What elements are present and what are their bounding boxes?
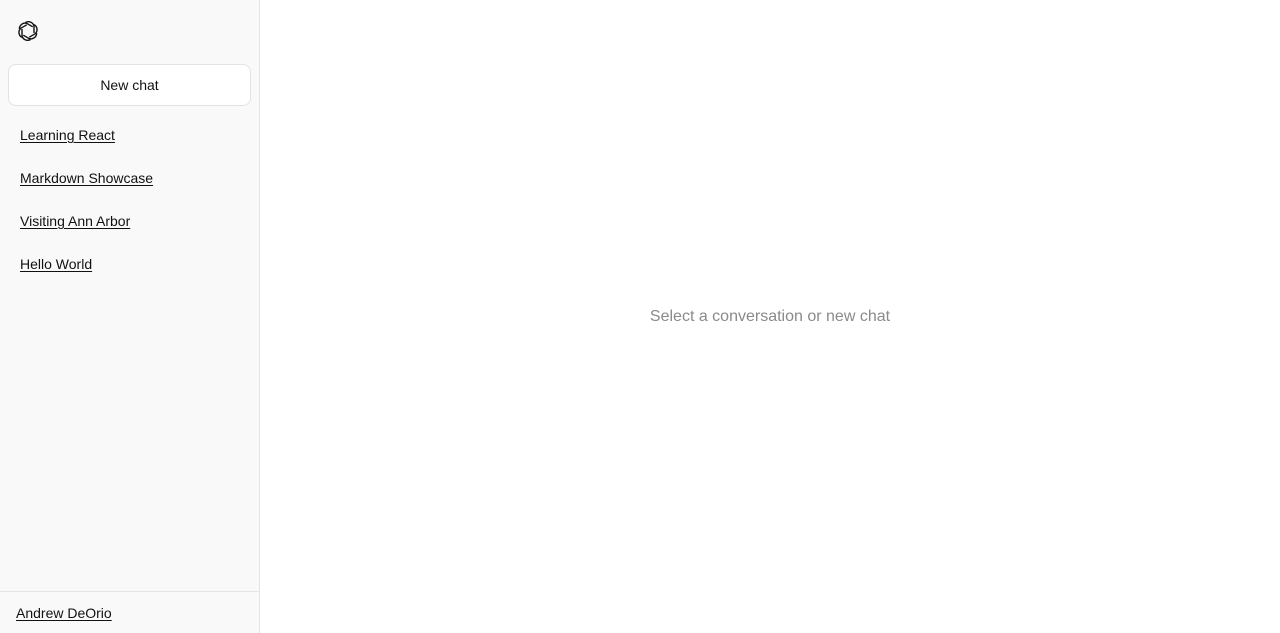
list-item: Visiting Ann Arbor	[20, 212, 153, 255]
app-root: New chat Learning React Markdown Showcas…	[0, 0, 1280, 633]
main-panel: Select a conversation or new chat	[260, 0, 1280, 633]
user-profile-link[interactable]: Andrew DeOrio	[16, 605, 112, 621]
conversation-link-hello-world[interactable]: Hello World	[20, 256, 92, 272]
list-item: Hello World	[20, 255, 153, 298]
list-item: Learning React	[20, 126, 153, 169]
conversation-link-learning-react[interactable]: Learning React	[20, 127, 115, 143]
sidebar: New chat Learning React Markdown Showcas…	[0, 0, 260, 633]
conversation-link-visiting-ann-arbor[interactable]: Visiting Ann Arbor	[20, 213, 130, 229]
list-item: Markdown Showcase	[20, 169, 153, 212]
new-chat-button[interactable]: New chat	[8, 64, 251, 106]
sidebar-footer: Andrew DeOrio	[0, 591, 259, 633]
openai-logo-icon[interactable]	[16, 19, 40, 43]
conversation-list: Learning React Markdown Showcase Visitin…	[20, 126, 153, 298]
conversation-link-markdown-showcase[interactable]: Markdown Showcase	[20, 170, 153, 186]
empty-state-message: Select a conversation or new chat	[649, 307, 891, 325]
